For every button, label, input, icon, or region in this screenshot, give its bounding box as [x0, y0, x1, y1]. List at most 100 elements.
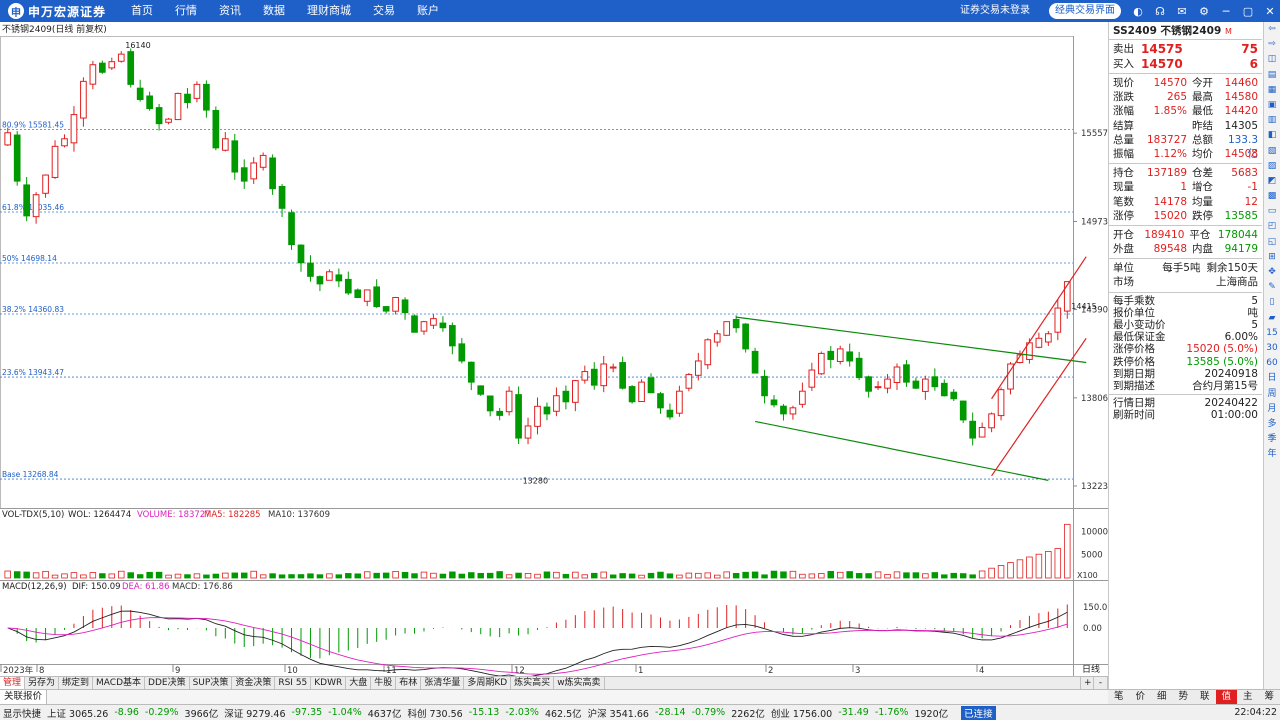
channel-line-upper[interactable]: [736, 316, 1087, 364]
maximize-icon[interactable]: ▢: [1240, 5, 1256, 18]
tool-strip-icon[interactable]: ▰: [1264, 311, 1280, 326]
tool-strip-icon[interactable]: ▣: [1264, 98, 1280, 113]
tool-strip-icon[interactable]: 30: [1264, 341, 1280, 356]
indicator-tab[interactable]: 绑定到: [59, 677, 94, 689]
nav-trade[interactable]: 交易: [362, 0, 406, 22]
candle-body: [61, 138, 68, 147]
tool-strip-icon[interactable]: ◰: [1264, 219, 1280, 234]
gear-icon[interactable]: ⚙: [1196, 5, 1212, 18]
indicator-tab[interactable]: 张清华量: [421, 677, 465, 689]
tool-strip-icon[interactable]: 季: [1264, 432, 1280, 447]
tool-strip-icon[interactable]: 多: [1264, 417, 1280, 432]
theme-icon[interactable]: ◐: [1130, 5, 1146, 18]
fib-label: 23.6% 13943.47: [2, 368, 64, 377]
nav-news[interactable]: 资讯: [208, 0, 252, 22]
login-status[interactable]: 证券交易未登录: [960, 0, 1030, 22]
tool-strip-icon[interactable]: ▨: [1264, 159, 1280, 174]
tool-strip-icon[interactable]: ✥: [1264, 265, 1280, 280]
related-quote-tab[interactable]: 关联报价: [0, 690, 48, 704]
quote-subtab[interactable]: 细: [1151, 690, 1173, 704]
tool-strip-icon[interactable]: 60: [1264, 356, 1280, 371]
indicator-tab[interactable]: 炼实高买: [511, 677, 555, 689]
candle-body: [316, 276, 324, 285]
indicator-tab[interactable]: 资金决策: [232, 677, 276, 689]
tool-strip-icon[interactable]: 日: [1264, 371, 1280, 386]
nav-home[interactable]: 首页: [120, 0, 164, 22]
nav-mall[interactable]: 理财商城: [296, 0, 362, 22]
indicator-tab[interactable]: MACD基本: [93, 677, 146, 689]
indicator-tab[interactable]: w炼实高卖: [554, 677, 605, 689]
candle-body: [155, 107, 163, 125]
nav-quotes[interactable]: 行情: [164, 0, 208, 22]
tool-strip-icon[interactable]: ⊞: [1264, 250, 1280, 265]
minimize-icon[interactable]: ─: [1218, 5, 1234, 18]
volume-bar: [836, 571, 844, 579]
indicator-tab[interactable]: DDE决策: [145, 677, 190, 689]
chart-title: 不锈钢2409(日线 前复权): [2, 23, 107, 35]
trend-line-lower[interactable]: [991, 337, 1087, 477]
kline-chart[interactable]: 15557149731439013806132232023年 8 9 10 11 12 1 2…: [0, 22, 1108, 678]
tool-strip-icon[interactable]: ▥: [1264, 113, 1280, 128]
indicator-tab[interactable]: RSI 55: [275, 677, 312, 689]
zoom-in-icon[interactable]: +: [1080, 677, 1094, 689]
nav-account[interactable]: 账户: [406, 0, 450, 22]
tool-strip-icon[interactable]: ▭: [1264, 204, 1280, 219]
tool-strip-icon[interactable]: ◫: [1264, 52, 1280, 67]
tool-strip-icon[interactable]: ⇨: [1264, 37, 1280, 52]
indicator-tab[interactable]: 大盘: [346, 677, 372, 689]
orderbook-row[interactable]: 卖出 14575 75: [1109, 42, 1262, 57]
orderbook-row[interactable]: 买入 14570 6: [1109, 57, 1262, 72]
candle-body: [373, 286, 381, 308]
tool-strip-icon[interactable]: 年: [1264, 447, 1280, 462]
contract-row: 报价单位吨: [1113, 306, 1258, 319]
indicator-tab[interactable]: 管理: [0, 677, 26, 689]
quote-subtab[interactable]: 笔: [1108, 690, 1130, 704]
tool-strip-icon[interactable]: ◱: [1264, 235, 1280, 250]
volume-bar: [439, 573, 447, 579]
tool-strip-icon[interactable]: 周: [1264, 387, 1280, 402]
quote-subtab[interactable]: 筹: [1259, 690, 1280, 704]
candle-body: [269, 157, 276, 190]
tool-strip-icon[interactable]: ▧: [1264, 144, 1280, 159]
tool-strip-icon[interactable]: 15: [1264, 326, 1280, 341]
tool-strip-icon[interactable]: 月: [1264, 402, 1280, 417]
tool-strip-icon[interactable]: ✎: [1264, 280, 1280, 295]
channel-line-lower[interactable]: [754, 420, 1049, 481]
close-icon[interactable]: ✕: [1262, 5, 1278, 18]
volume-bar: [903, 572, 910, 579]
indicator-tab[interactable]: 另存为: [25, 677, 60, 689]
shortcut-toggle[interactable]: 显示快捷: [0, 706, 44, 720]
indicator-tab[interactable]: 布林: [396, 677, 422, 689]
date-label: 3: [855, 666, 860, 676]
chart-area[interactable]: 15557 14973 14390 13806 13223 2023年 8 9 10 11 12 1 2…: [0, 22, 1108, 678]
quote-subtab[interactable]: 值: [1215, 690, 1237, 704]
nav-data[interactable]: 数据: [252, 0, 296, 22]
tool-strip-icon[interactable]: ▦: [1264, 83, 1280, 98]
tool-strip-icon[interactable]: ▤: [1264, 68, 1280, 83]
quote-subtab[interactable]: 联: [1194, 690, 1216, 704]
zoom-out-icon[interactable]: -: [1094, 677, 1108, 689]
candle-body: [751, 350, 759, 374]
tool-strip-icon[interactable]: ⇦: [1264, 22, 1280, 37]
candle-body: [89, 64, 97, 85]
volume-bar: [751, 571, 759, 579]
period-label[interactable]: 日线: [1082, 663, 1100, 675]
volume-bar: [941, 574, 948, 579]
indicator-tab[interactable]: 多周期KD: [464, 677, 512, 689]
quote-subtab[interactable]: 价: [1130, 690, 1152, 704]
tool-strip-icon[interactable]: ◧: [1264, 128, 1280, 143]
headset-icon[interactable]: ☊: [1152, 5, 1168, 18]
indicator-tab[interactable]: 牛股: [371, 677, 397, 689]
tool-strip-icon[interactable]: ◩: [1264, 174, 1280, 189]
tool-strip-icon[interactable]: ▩: [1264, 189, 1280, 204]
tool-strip-icon[interactable]: ▯: [1264, 295, 1280, 310]
index-quote: 上证 3065.26: [47, 708, 109, 720]
indicator-tab[interactable]: SUP决策: [190, 677, 233, 689]
classic-trade-button[interactable]: 经典交易界面: [1049, 3, 1121, 19]
volume-bar: [865, 573, 872, 579]
quote-subtab[interactable]: 势: [1173, 690, 1195, 704]
quote-subtab[interactable]: 主: [1237, 690, 1259, 704]
mail-icon[interactable]: ✉: [1174, 5, 1190, 18]
indicator-tab[interactable]: KDWR: [311, 677, 347, 689]
candle-body: [496, 410, 503, 416]
